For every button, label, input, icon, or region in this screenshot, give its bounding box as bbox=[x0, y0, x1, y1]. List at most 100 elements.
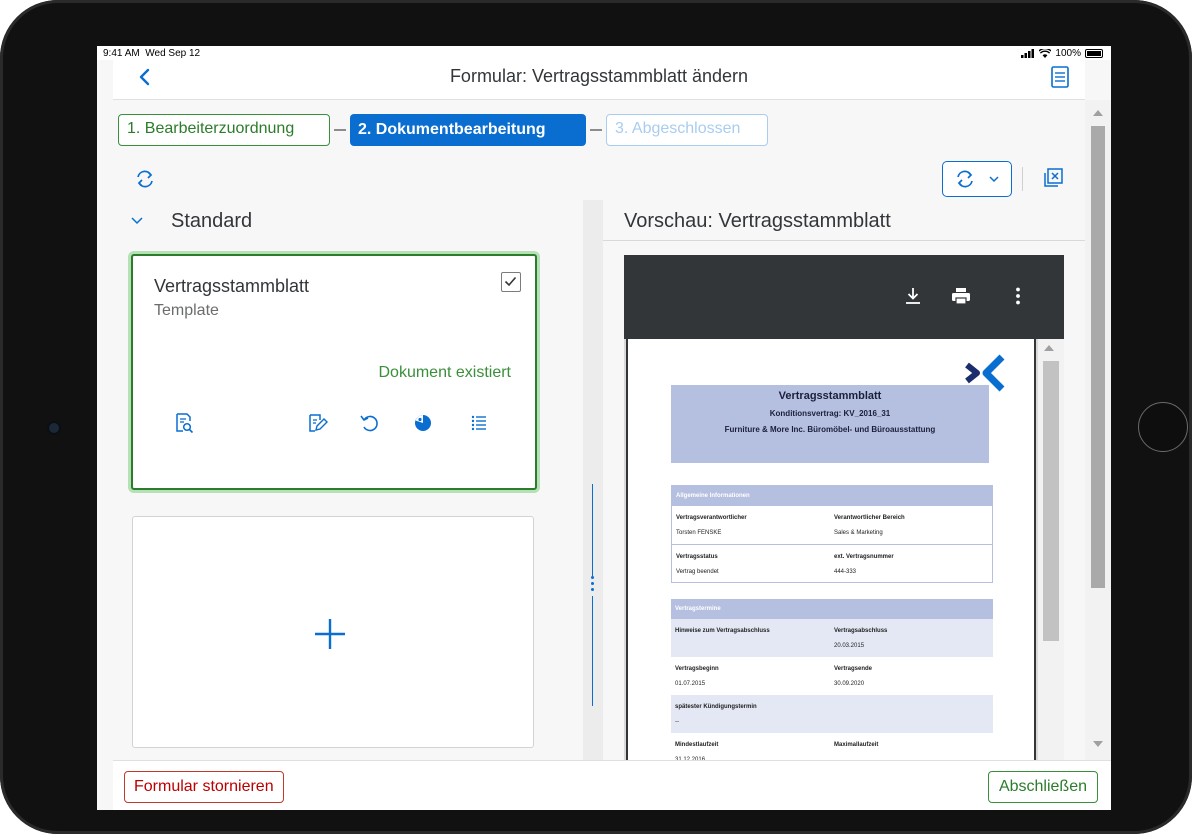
pdf-table-row: Vertragsbeginn 01.07.2015 Vertragsende 30.… bbox=[671, 657, 993, 695]
pdf-viewer: Vertragsstammblatt Konditionsvertrag: KV… bbox=[624, 255, 1064, 775]
pdf-cell-value: Vertrag beendet bbox=[676, 569, 719, 575]
pdf-table-title: Vertragstermine bbox=[671, 599, 993, 619]
toolbar-divider bbox=[1022, 167, 1023, 191]
status-bar: 9:41 AM Wed Sep 12 100% bbox=[97, 46, 1111, 60]
pdf-table-title: Allgemeine Informationen bbox=[672, 486, 992, 506]
pdf-contract: Konditionsvertrag: KV_2016_31 bbox=[769, 409, 891, 418]
camera bbox=[49, 423, 59, 433]
pdf-cell-label: ext. Vertragsnummer bbox=[834, 554, 894, 560]
section-title: Standard bbox=[171, 210, 253, 232]
undo-icon bbox=[360, 415, 378, 432]
document-subtitle: Template bbox=[154, 302, 219, 319]
sync-button[interactable] bbox=[133, 167, 157, 191]
add-document-card[interactable] bbox=[132, 516, 534, 748]
pdf-cell-label: Verantwortlicher Bereich bbox=[834, 515, 905, 521]
wizard-step-3[interactable]: 3. Abgeschlossen bbox=[606, 114, 768, 146]
scroll-up-icon[interactable] bbox=[1093, 110, 1103, 116]
wifi-icon bbox=[1039, 49, 1052, 58]
status-date: Wed Sep 12 bbox=[145, 48, 201, 59]
home-button[interactable] bbox=[1138, 402, 1188, 452]
document-list-panel: Standard Vertragsstammblatt Template Dok… bbox=[113, 200, 581, 760]
pdf-cell-value: 20.03.2015 bbox=[834, 643, 865, 649]
screen: 9:41 AM Wed Sep 12 100% Formular: Vertra… bbox=[97, 46, 1111, 810]
status-time: 9:41 AM bbox=[103, 48, 140, 59]
pdf-table-row: Vertragsstatus Vertrag beendet ext. Vertr… bbox=[672, 544, 992, 582]
splitter-grip-icon[interactable] bbox=[591, 576, 594, 596]
pdf-cell-label: Vertragsabschluss bbox=[834, 628, 888, 634]
wizard-steps: 1. Bearbeiterzuordnung 2. Dokumentbearbe… bbox=[113, 100, 1085, 148]
close-preview-icon bbox=[1044, 168, 1063, 187]
preview-panel: Vorschau: Vertragsstammblatt Vertragssta… bbox=[603, 200, 1085, 775]
scroll-down-icon[interactable] bbox=[1093, 741, 1103, 747]
add-icon bbox=[315, 619, 345, 649]
more-options-button[interactable] bbox=[1007, 285, 1029, 307]
pdf-cell-label: Vertragsbeginn bbox=[675, 666, 719, 672]
tablet-frame: 9:41 AM Wed Sep 12 100% Formular: Vertra… bbox=[0, 0, 1192, 834]
chevron-down-icon bbox=[131, 217, 143, 225]
pdf-customer: Furniture & More Inc. Büromöbel- und Bür… bbox=[724, 425, 936, 434]
panel-splitter[interactable] bbox=[583, 200, 603, 760]
pdf-scrollbar-thumb[interactable] bbox=[1043, 361, 1059, 641]
document-details-button[interactable] bbox=[468, 412, 490, 434]
more-vertical-icon bbox=[1016, 287, 1020, 305]
document-checkbox[interactable] bbox=[501, 272, 521, 292]
document-card[interactable]: Vertragsstammblatt Template Dokument exi… bbox=[131, 254, 537, 490]
wizard-step-2[interactable]: 2. Dokumentbearbeitung bbox=[350, 114, 586, 146]
sync-icon bbox=[137, 170, 153, 188]
page-header: Formular: Vertragsstammblatt ändern bbox=[113, 60, 1085, 100]
wizard-step-separator bbox=[590, 129, 602, 131]
reset-document-button[interactable] bbox=[358, 412, 380, 434]
pdf-cell-label: Hinweise zum Vertragsabschluss bbox=[675, 628, 770, 634]
pdf-cell-label: Vertragsstatus bbox=[676, 554, 718, 560]
pdf-document-area[interactable]: Vertragsstammblatt Konditionsvertrag: KV… bbox=[624, 339, 1064, 775]
finish-button[interactable]: Abschließen bbox=[987, 771, 1098, 803]
edit-document-button[interactable] bbox=[306, 412, 328, 434]
pdf-scrollbar[interactable] bbox=[1038, 339, 1064, 775]
pdf-table-row: Hinweise zum Vertragsabschluss Vertragsa… bbox=[671, 619, 993, 657]
document-status: Dokument existiert bbox=[378, 364, 512, 381]
pdf-toolbar bbox=[624, 255, 1064, 339]
print-icon bbox=[952, 288, 970, 305]
download-button[interactable] bbox=[902, 285, 924, 307]
battery-icon bbox=[1085, 49, 1103, 58]
battery-percent: 100% bbox=[1055, 48, 1081, 59]
pdf-cell-value: Torsten FENSKE bbox=[676, 530, 722, 536]
document-search-icon bbox=[176, 413, 194, 434]
document-status-button[interactable] bbox=[412, 412, 434, 434]
pdf-cell-value: 01.07.2015 bbox=[675, 681, 706, 687]
pdf-table-general: Allgemeine Informationen Vertragsverantw… bbox=[671, 485, 993, 583]
pdf-cell-value: 30.09.2020 bbox=[834, 681, 865, 687]
pdf-cell-value: Sales & Marketing bbox=[834, 530, 883, 536]
cancel-form-button[interactable]: Formular stornieren bbox=[124, 771, 284, 803]
status-pie-icon bbox=[415, 415, 431, 431]
signal-icon bbox=[1021, 49, 1035, 58]
pdf-doc-title: Vertragsstammblatt bbox=[778, 390, 882, 402]
pdf-cell-label: Vertragsverantwortlicher bbox=[676, 515, 747, 521]
pdf-header: Vertragsstammblatt Konditionsvertrag: KV… bbox=[671, 385, 989, 463]
document-title: Vertragsstammblatt bbox=[154, 276, 310, 296]
page-title: Formular: Vertragsstammblatt ändern bbox=[449, 66, 749, 86]
list-icon bbox=[471, 415, 486, 431]
pdf-table-row: Vertragsverantwortlicher Torsten FENSKE V… bbox=[672, 506, 992, 544]
footer-toolbar: Formular stornieren Abschließen bbox=[113, 760, 1111, 810]
edit-document-icon bbox=[309, 414, 328, 432]
document-list-button[interactable] bbox=[1047, 64, 1073, 92]
scroll-up-icon[interactable] bbox=[1044, 345, 1054, 351]
pdf-cell-value: 444-333 bbox=[834, 569, 857, 575]
sync-menu-button[interactable] bbox=[942, 161, 1012, 197]
chevron-down-icon bbox=[989, 176, 999, 183]
pdf-table-dates: Vertragstermine Hinweise zum Vertragsabs… bbox=[671, 599, 993, 771]
list-document-icon bbox=[1051, 66, 1069, 88]
wizard-step-separator bbox=[334, 129, 346, 131]
sync-icon bbox=[957, 170, 973, 188]
print-button[interactable] bbox=[950, 285, 972, 307]
section-toggle[interactable] bbox=[130, 213, 144, 227]
wizard-step-1[interactable]: 1. Bearbeiterzuordnung bbox=[118, 114, 330, 146]
preview-document-button[interactable] bbox=[173, 412, 195, 434]
page-scrollbar[interactable] bbox=[1085, 100, 1111, 760]
close-preview-button[interactable] bbox=[1041, 166, 1065, 190]
download-icon bbox=[906, 288, 920, 304]
page-scrollbar-thumb[interactable] bbox=[1091, 126, 1105, 588]
checkmark-icon bbox=[504, 276, 517, 287]
pdf-cell-label: Maximallaufzeit bbox=[834, 742, 879, 748]
